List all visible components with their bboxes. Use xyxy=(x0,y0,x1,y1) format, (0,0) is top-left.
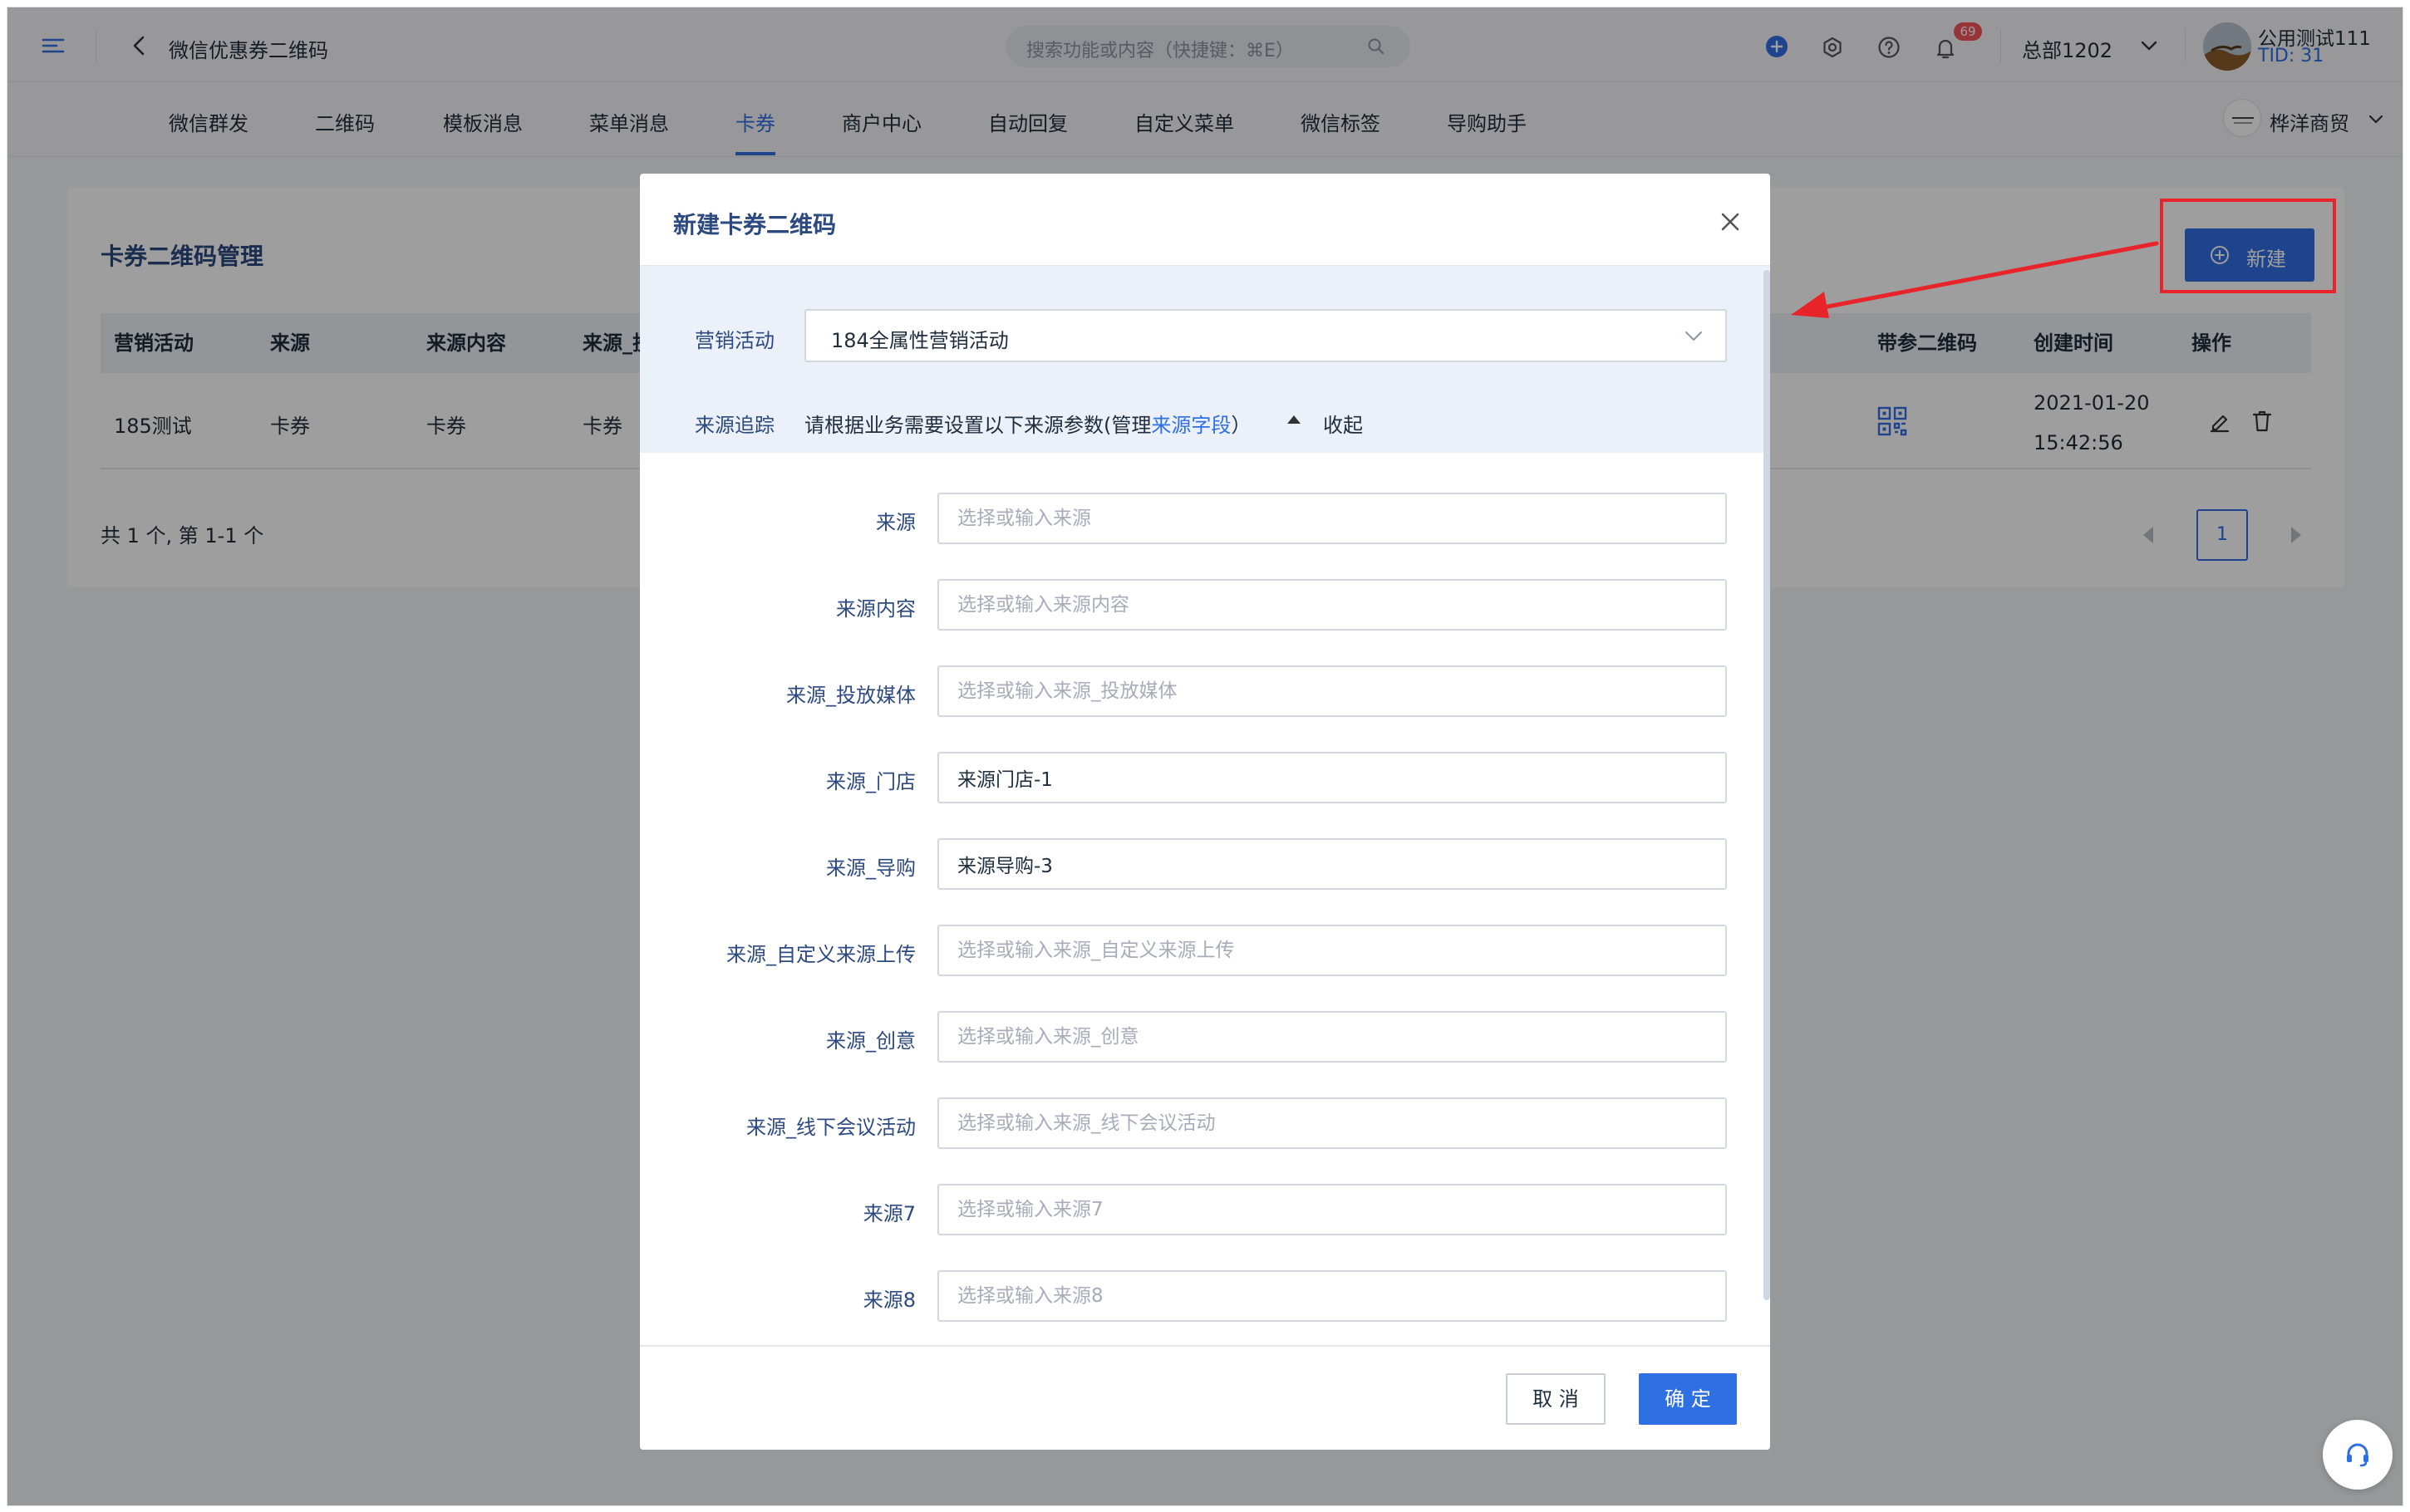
source-media-input-control[interactable] xyxy=(939,667,1725,715)
dialog-title: 新建卡券二维码 xyxy=(673,211,837,238)
confirm-button[interactable]: 确 定 xyxy=(1639,1373,1737,1425)
source-7-input[interactable] xyxy=(937,1184,1727,1235)
source-offline-event-input[interactable] xyxy=(937,1097,1727,1149)
field-label-source-creative: 来源_创意 xyxy=(826,1029,916,1053)
collapse-label: 收起 xyxy=(1323,414,1363,437)
source-creative-input[interactable] xyxy=(937,1011,1727,1063)
annotation-arrow xyxy=(1786,232,2168,331)
source-custom-upload-input[interactable] xyxy=(937,925,1727,976)
field-label-source-store: 来源_门店 xyxy=(826,770,916,793)
source-input[interactable] xyxy=(937,493,1727,544)
field-label-source-offline-event: 来源_线下会议活动 xyxy=(746,1116,916,1139)
chevron-down-icon xyxy=(1684,329,1704,342)
source-8-input[interactable] xyxy=(937,1270,1727,1322)
field-label-source-8: 来源8 xyxy=(863,1289,916,1312)
source-offline-event-input-control[interactable] xyxy=(939,1099,1725,1147)
source-guide-input-control[interactable] xyxy=(939,840,1725,888)
source-store-input-control[interactable] xyxy=(939,754,1725,802)
source-8-input-control[interactable] xyxy=(939,1272,1725,1320)
trace-label: 来源追踪 xyxy=(695,414,775,437)
dialog-scrollbar[interactable] xyxy=(1763,270,1770,1300)
new-coupon-qrcode-dialog: 新建卡券二维码 营销活动 184全属性营销活动 来源追踪 请根据业务需要设置以下… xyxy=(640,174,1770,1450)
dialog-footer: 取 消 确 定 xyxy=(640,1345,1770,1450)
source-input-control[interactable] xyxy=(939,494,1725,542)
activity-select[interactable]: 184全属性营销活动 xyxy=(804,309,1727,362)
caret-up-icon xyxy=(1286,414,1301,425)
activity-label: 营销活动 xyxy=(695,329,775,352)
trace-text: 请根据业务需要设置以下来源参数(管理 xyxy=(804,414,1152,437)
cancel-button[interactable]: 取 消 xyxy=(1506,1373,1606,1425)
activity-section: 营销活动 184全属性营销活动 来源追踪 请根据业务需要设置以下来源参数(管理来… xyxy=(640,265,1770,453)
app-screen: 微信优惠券二维码 搜索功能或内容（快捷键：⌘E） 69 总部1202 公用测试1… xyxy=(7,7,2403,1505)
activity-select-value: 184全属性营销活动 xyxy=(831,329,1009,352)
source-guide-input[interactable] xyxy=(937,838,1727,890)
close-icon[interactable] xyxy=(1715,207,1745,237)
trace-description: 请根据业务需要设置以下来源参数(管理来源字段） xyxy=(804,409,1251,438)
source-media-input[interactable] xyxy=(937,665,1727,717)
field-label-source-custom-upload: 来源_自定义来源上传 xyxy=(726,943,916,966)
source-content-input-control[interactable] xyxy=(939,581,1725,629)
annotation-highlight-box xyxy=(2160,199,2336,293)
field-label-source-7: 来源7 xyxy=(863,1202,916,1225)
field-label-source-guide: 来源_导购 xyxy=(826,857,916,880)
trace-text-end: ） xyxy=(1231,414,1252,437)
source-creative-input-control[interactable] xyxy=(939,1013,1725,1061)
source-content-input[interactable] xyxy=(937,579,1727,631)
field-label-source-media: 来源_投放媒体 xyxy=(786,684,916,707)
source-store-input[interactable] xyxy=(937,752,1727,803)
headset-icon xyxy=(2343,1440,2373,1470)
field-label-source-content: 来源内容 xyxy=(836,597,916,621)
source-7-input-control[interactable] xyxy=(939,1186,1725,1234)
field-label-source: 来源 xyxy=(876,511,916,534)
support-chat-button[interactable] xyxy=(2323,1420,2393,1490)
page: 微信优惠券二维码 搜索功能或内容（快捷键：⌘E） 69 总部1202 公用测试1… xyxy=(7,7,2403,1505)
collapse-toggle[interactable]: 收起 xyxy=(1286,409,1363,438)
source-custom-upload-input-control[interactable] xyxy=(939,926,1725,974)
source-fields-link[interactable]: 来源字段 xyxy=(1151,414,1231,437)
